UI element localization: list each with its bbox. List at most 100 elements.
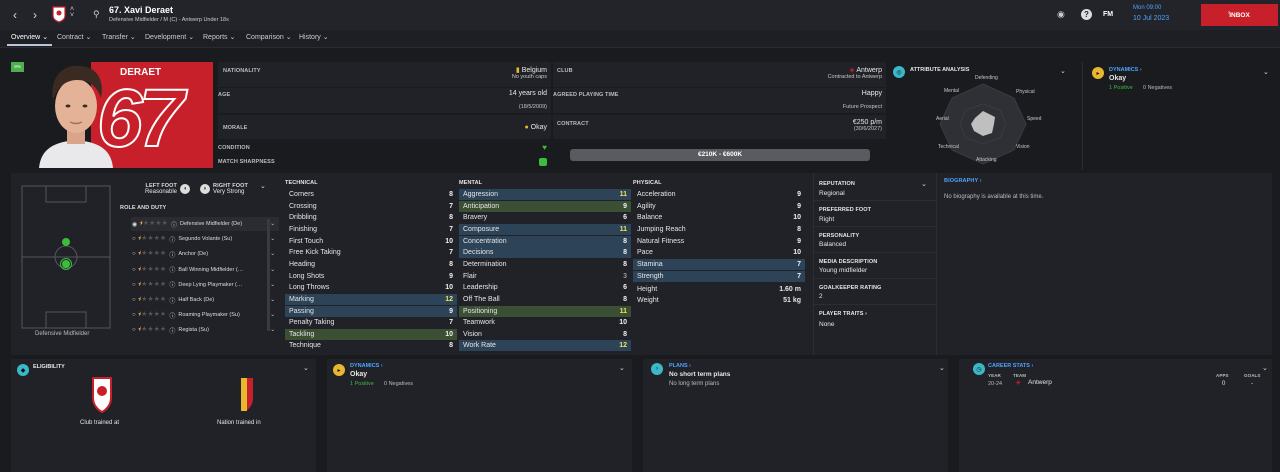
attribute-row[interactable]: Composure 11 bbox=[459, 223, 631, 235]
chevron-down-icon[interactable]: ⌄ bbox=[1262, 364, 1268, 372]
chevron-down-icon[interactable]: ⌄ bbox=[1263, 68, 1269, 76]
football-icon[interactable]: ◉ bbox=[1057, 9, 1065, 20]
info-icon[interactable]: ⓘ bbox=[169, 326, 175, 335]
info-icon[interactable]: ⓘ bbox=[171, 220, 177, 229]
chevron-down-icon[interactable]: ⌄ bbox=[921, 180, 927, 188]
biography-link[interactable]: BIOGRAPHY › bbox=[944, 178, 982, 184]
chevron-down-icon[interactable]: ⌄ bbox=[1060, 67, 1066, 75]
attribute-row[interactable]: Natural Fitness 9 bbox=[633, 236, 805, 247]
info-icon[interactable]: ⓘ bbox=[169, 296, 175, 305]
dynamics-link[interactable]: DYNAMICS › bbox=[1109, 67, 1142, 73]
plans-link[interactable]: PLANS › bbox=[669, 363, 691, 369]
attribute-row[interactable]: Stamina 7 bbox=[633, 258, 805, 270]
search-icon[interactable]: ⚲ bbox=[93, 9, 100, 20]
attribute-row[interactable]: Crossing 7 bbox=[285, 201, 457, 212]
club-crest-icon[interactable] bbox=[52, 6, 66, 23]
attribute-row[interactable]: Vision 8 bbox=[459, 329, 631, 340]
attribute-row[interactable]: Work Rate 12 bbox=[459, 340, 631, 352]
inbox-button[interactable]: INBOX bbox=[1201, 4, 1278, 26]
attribute-row[interactable]: Long Shots 9 bbox=[285, 271, 457, 282]
attribute-row[interactable]: Heading 8 bbox=[285, 259, 457, 270]
tab-transfer[interactable]: Transfer ⌄ bbox=[102, 33, 136, 42]
info-icon[interactable]: ⓘ bbox=[169, 235, 175, 244]
chevron-down-icon[interactable]: ⌄ bbox=[619, 364, 625, 372]
chevron-down-icon[interactable]: ⌄ bbox=[270, 327, 275, 333]
tab-history[interactable]: History ⌄ bbox=[299, 33, 329, 42]
fm-menu-button[interactable]: FM bbox=[1103, 11, 1113, 18]
attribute-row[interactable]: Pace 10 bbox=[633, 247, 805, 258]
info-icon[interactable]: ⓘ bbox=[169, 280, 175, 289]
attribute-row[interactable]: Strength 7 bbox=[633, 270, 805, 282]
career-team[interactable]: Antwerp bbox=[1028, 379, 1052, 386]
back-icon[interactable]: ‹ bbox=[6, 6, 24, 24]
role-row[interactable]: ◉ ⯨★★★★ ⓘ Defensive Midfielder (De) ⌄ bbox=[131, 217, 279, 231]
radio-icon[interactable]: ○ bbox=[132, 251, 136, 257]
radio-icon[interactable]: ○ bbox=[132, 236, 136, 242]
chevron-down-icon[interactable]: ⌄ bbox=[260, 182, 266, 190]
tab-reports[interactable]: Reports ⌄ bbox=[203, 33, 235, 42]
attribute-row[interactable]: Tackling 10 bbox=[285, 328, 457, 340]
role-row[interactable]: ○ ⯨★★★★ ⓘ Anchor (De) ⌄ bbox=[131, 247, 279, 261]
attribute-row[interactable]: Technique 8 bbox=[285, 340, 457, 351]
help-icon[interactable]: ? bbox=[1081, 9, 1092, 20]
attribute-row[interactable]: Flair 3 bbox=[459, 271, 631, 282]
radio-icon[interactable]: ○ bbox=[132, 327, 136, 333]
attribute-row[interactable]: Anticipation 9 bbox=[459, 200, 631, 212]
attribute-row[interactable]: Off The Ball 8 bbox=[459, 294, 631, 305]
attribute-row[interactable]: Determination 8 bbox=[459, 259, 631, 270]
role-row[interactable]: ○ ⯨★★★★ ⓘ Regista (Su) ⌄ bbox=[131, 323, 279, 337]
role-row[interactable]: ○ ⯨★★★★ ⓘ Ball Winning Midfielder (… ⌄ bbox=[131, 263, 279, 277]
radio-icon[interactable]: ○ bbox=[132, 297, 136, 303]
value-bar[interactable]: €210K - €600K bbox=[570, 149, 870, 161]
chevron-down-icon[interactable]: ⌄ bbox=[270, 251, 275, 257]
info-icon[interactable]: ⓘ bbox=[169, 265, 175, 274]
attribute-row[interactable]: Positioning 11 bbox=[459, 305, 631, 317]
attribute-row[interactable]: Marking 12 bbox=[285, 293, 457, 305]
roles-scrollbar[interactable] bbox=[267, 219, 270, 331]
role-row[interactable]: ○ ⯨★★★★ ⓘ Deep Lying Playmaker (… ⌄ bbox=[131, 278, 279, 292]
dynamics-link[interactable]: DYNAMICS › bbox=[350, 363, 383, 369]
tab-development[interactable]: Development ⌄ bbox=[145, 33, 194, 42]
career-stats-link[interactable]: CAREER STATS › bbox=[988, 363, 1033, 369]
chevron-down-icon[interactable]: ⌄ bbox=[270, 297, 275, 303]
radio-icon[interactable]: ○ bbox=[132, 312, 136, 318]
radio-icon[interactable]: ○ bbox=[132, 282, 136, 288]
chevron-updown-icon[interactable]: ˄ ˅ bbox=[70, 6, 74, 19]
attribute-row[interactable]: Aggression 11 bbox=[459, 189, 631, 200]
attribute-row[interactable]: Corners 8 bbox=[285, 189, 457, 200]
chevron-down-icon[interactable]: ⌄ bbox=[270, 282, 275, 288]
attribute-row[interactable]: Penalty Taking 7 bbox=[285, 317, 457, 328]
attribute-row[interactable]: Acceleration 9 bbox=[633, 189, 805, 200]
info-icon[interactable]: ⓘ bbox=[169, 250, 175, 259]
tab-contract[interactable]: Contract ⌄ bbox=[57, 33, 91, 42]
forward-icon[interactable]: › bbox=[26, 6, 44, 24]
radio-icon[interactable]: ○ bbox=[132, 267, 136, 273]
attribute-row[interactable]: Concentration 8 bbox=[459, 235, 631, 247]
role-row[interactable]: ○ ⯨★★★★ ⓘ Roaming Playmaker (Su) ⌄ bbox=[131, 308, 279, 322]
attribute-row[interactable]: Finishing 7 bbox=[285, 224, 457, 235]
attribute-row[interactable]: Jumping Reach 8 bbox=[633, 224, 805, 235]
chevron-down-icon[interactable]: ⌄ bbox=[270, 236, 275, 242]
attribute-row[interactable]: Long Throws 10 bbox=[285, 282, 457, 293]
tab-overview[interactable]: Overview ⌄ bbox=[6, 33, 53, 46]
attribute-row[interactable]: Dribbling 8 bbox=[285, 212, 457, 223]
player-traits-link[interactable]: PLAYER TRAITS › bbox=[819, 311, 867, 317]
attribute-row[interactable]: Leadership 6 bbox=[459, 282, 631, 293]
chevron-down-icon[interactable]: ⌄ bbox=[270, 267, 275, 273]
tab-comparison[interactable]: Comparison ⌄ bbox=[246, 33, 292, 42]
info-icon[interactable]: ⓘ bbox=[169, 311, 175, 320]
radio-icon[interactable]: ◉ bbox=[132, 221, 137, 228]
attribute-row[interactable]: Balance 10 bbox=[633, 212, 805, 223]
attribute-row[interactable]: Passing 9 bbox=[285, 305, 457, 317]
attribute-row[interactable]: First Touch 10 bbox=[285, 236, 457, 247]
chevron-down-icon[interactable]: ⌄ bbox=[939, 364, 945, 372]
attribute-row[interactable]: Teamwork 10 bbox=[459, 317, 631, 328]
chevron-down-icon[interactable]: ⌄ bbox=[303, 364, 309, 372]
role-row[interactable]: ○ ⯨★★★★ ⓘ Half Back (De) ⌄ bbox=[131, 293, 279, 307]
chevron-down-icon[interactable]: ⌄ bbox=[270, 221, 275, 227]
attribute-row[interactable]: Bravery 6 bbox=[459, 212, 631, 223]
attribute-row[interactable]: Agility 9 bbox=[633, 201, 805, 212]
chevron-down-icon[interactable]: ⌄ bbox=[270, 312, 275, 318]
attribute-row[interactable]: Free Kick Taking 7 bbox=[285, 247, 457, 258]
role-row[interactable]: ○ ⯨★★★★ ⓘ Segundo Volante (Su) ⌄ bbox=[131, 232, 279, 246]
